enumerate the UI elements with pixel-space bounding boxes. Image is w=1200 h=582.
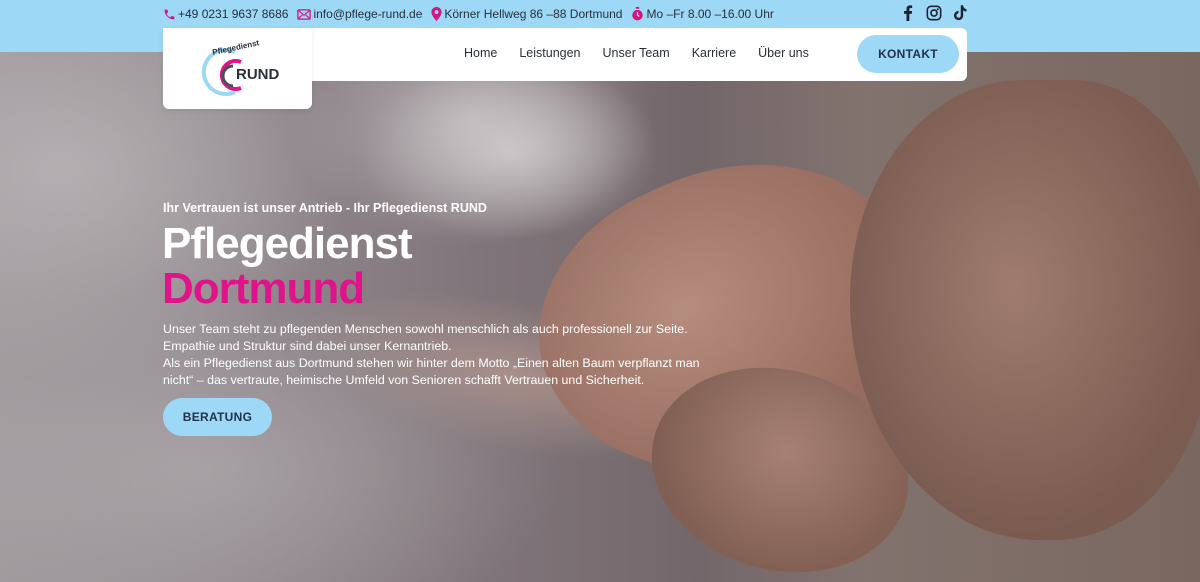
email-text: info@pflege-rund.de [313,7,423,21]
beratung-button[interactable]: BERATUNG [163,398,272,436]
instagram-icon[interactable] [926,4,942,22]
phone-text: +49 0231 9637 8686 [178,7,289,21]
nav-item-karriere[interactable]: Karriere [692,46,736,60]
clock-icon [631,7,644,21]
tiktok-icon[interactable] [952,4,968,22]
facebook-icon[interactable] [900,4,916,22]
location-pin-icon [431,7,442,21]
nav-item-ueber-uns[interactable]: Über uns [758,46,809,60]
phone-link[interactable]: +49 0231 9637 8686 [163,7,288,21]
hours-text: Mo –Fr 8.00 –16.00 Uhr [646,7,774,21]
email-link[interactable]: info@pflege-rund.de [297,7,422,21]
nav-item-home[interactable]: Home [464,46,497,60]
phone-icon [163,8,176,21]
logo-graphic: Pflegedienst RUND [201,38,279,96]
hero-subtitle: Ihr Vertrauen ist unser Antrieb - Ihr Pf… [163,201,487,215]
kontakt-button[interactable]: KONTAKT [857,35,959,73]
main-navigation: Home Leistungen Unser Team Karriere Über… [464,46,809,60]
nav-item-leistungen[interactable]: Leistungen [519,46,580,60]
logo-top-text: Pflegedienst [212,38,261,57]
nav-item-unser-team[interactable]: Unser Team [603,46,670,60]
hero-title-line2: Dortmund [162,264,365,313]
address-text: Körner Hellweg 86 –88 Dortmund [444,7,623,21]
social-links [900,4,968,22]
opening-hours: Mo –Fr 8.00 –16.00 Uhr [631,7,774,21]
address-link[interactable]: Körner Hellweg 86 –88 Dortmund [431,7,622,21]
mail-icon [297,8,312,21]
hero-description-line: nicht“ – das vertraute, heimische Umfeld… [163,373,645,387]
hero-description-line: Unser Team steht zu pflegenden Menschen … [163,322,688,336]
hero-description-line: Als ein Pflegedienst aus Dortmund stehen… [163,356,700,370]
site-logo[interactable]: Pflegedienst RUND [163,28,312,109]
hero-title-line1: Pflegedienst [162,219,413,268]
hero-description-line: Empathie und Struktur sind dabei unser K… [163,339,452,353]
hero-description: Unser Team steht zu pflegenden Menschen … [163,321,723,389]
logo-brand-text: RUND [236,66,279,83]
